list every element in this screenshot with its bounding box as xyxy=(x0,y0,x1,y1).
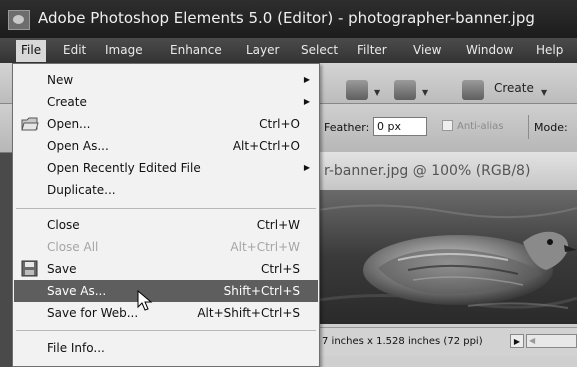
menu-item-save-for-web[interactable]: Save for Web... Alt+Shift+Ctrl+S xyxy=(14,302,318,324)
antialias-checkbox[interactable] xyxy=(442,120,453,131)
menu-select[interactable]: Select xyxy=(301,43,338,57)
menu-item-label: Open As... xyxy=(47,139,109,153)
open-folder-icon xyxy=(21,117,39,131)
menu-file[interactable]: File xyxy=(16,40,47,62)
menu-item-close-all: Close All Alt+Ctrl+W xyxy=(14,236,318,258)
menu-item-new[interactable]: New ▶ xyxy=(14,69,318,91)
organizer-icon[interactable] xyxy=(346,80,368,100)
menu-item-label: Save for Web... xyxy=(47,306,139,320)
title-bar: Adobe Photoshop Elements 5.0 (Editor) - … xyxy=(0,0,577,38)
menu-item-shortcut: Alt+Ctrl+O xyxy=(232,139,300,153)
menu-item-save[interactable]: Save Ctrl+S xyxy=(14,258,318,280)
chevron-down-icon[interactable]: ▼ xyxy=(541,88,547,97)
feather-label: Feather: xyxy=(324,121,370,134)
menu-item-close[interactable]: Close Ctrl+W xyxy=(14,214,318,236)
submenu-arrow-icon: ▶ xyxy=(303,163,310,172)
menu-item-shortcut: Alt+Ctrl+W xyxy=(230,240,300,254)
document-title: r-banner.jpg @ 100% (RGB/8) xyxy=(324,163,531,179)
menu-item-shortcut: Ctrl+S xyxy=(260,262,300,276)
menu-item-label: New xyxy=(47,73,74,87)
mode-label: Mode: xyxy=(534,121,568,134)
menu-separator xyxy=(16,208,316,209)
document-status-bar: 7 inches x 1.528 inches (72 ppi) ▶ ◀ xyxy=(318,327,577,356)
floppy-disk-icon xyxy=(21,260,38,277)
chevron-down-icon[interactable]: ▼ xyxy=(374,88,380,97)
menu-item-file-info[interactable]: File Info... xyxy=(14,337,318,359)
menu-item-shortcut: Ctrl+O xyxy=(259,117,300,131)
menu-item-open-recent[interactable]: Open Recently Edited File ▶ xyxy=(14,157,318,179)
create-icon[interactable] xyxy=(462,80,484,100)
share-icon[interactable] xyxy=(394,80,416,100)
document-size-info: 7 inches x 1.528 inches (72 ppi) xyxy=(322,336,483,347)
window-title: Adobe Photoshop Elements 5.0 (Editor) - … xyxy=(38,9,535,27)
document-title-bar: r-banner.jpg @ 100% (RGB/8) xyxy=(318,152,577,190)
create-button[interactable]: Create xyxy=(494,81,534,95)
menu-image[interactable]: Image xyxy=(105,43,143,57)
menu-layer[interactable]: Layer xyxy=(246,43,279,57)
mouse-pointer-icon xyxy=(137,290,153,311)
menu-item-label: Close xyxy=(47,218,80,232)
photo-canvas[interactable] xyxy=(318,190,577,324)
feather-input[interactable]: 0 px xyxy=(373,117,427,136)
menu-item-label: File Info... xyxy=(47,341,105,355)
menu-enhance[interactable]: Enhance xyxy=(170,43,222,57)
antialias-label: Anti-alias xyxy=(457,121,504,132)
menu-item-label: Save xyxy=(47,262,77,276)
menu-item-label: Create xyxy=(47,95,87,109)
menu-item-shortcut: Ctrl+W xyxy=(256,218,300,232)
menu-item-label: Open... xyxy=(47,117,91,131)
menu-bar: File Edit Image Enhance Layer Select Fil… xyxy=(0,38,577,63)
app-icon xyxy=(8,10,30,30)
file-menu-dropdown: New ▶ Create ▶ Open... Ctrl+O Open As...… xyxy=(12,63,320,367)
menu-item-shortcut: Alt+Shift+Ctrl+S xyxy=(197,306,300,320)
menu-item-label: Duplicate... xyxy=(47,183,116,197)
menu-item-open-as[interactable]: Open As... Alt+Ctrl+O xyxy=(14,135,318,157)
menu-edit[interactable]: Edit xyxy=(63,43,86,57)
menu-item-duplicate[interactable]: Duplicate... xyxy=(14,179,318,201)
menu-item-save-as[interactable]: Save As... Shift+Ctrl+S xyxy=(14,280,318,302)
status-menu-arrow[interactable]: ▶ xyxy=(510,334,524,348)
menu-view[interactable]: View xyxy=(413,43,441,57)
menu-item-create[interactable]: Create ▶ xyxy=(14,91,318,113)
menu-item-shortcut: Shift+Ctrl+S xyxy=(223,284,300,298)
menu-help[interactable]: Help xyxy=(536,43,563,57)
menu-item-label: Close All xyxy=(47,240,99,254)
submenu-arrow-icon: ▶ xyxy=(303,97,310,106)
menu-item-open[interactable]: Open... Ctrl+O xyxy=(14,113,318,135)
menu-separator xyxy=(16,330,316,331)
menu-item-label: Save As... xyxy=(47,284,107,298)
toolbar-divider xyxy=(528,115,529,139)
horizontal-scrollbar[interactable]: ◀ xyxy=(526,334,577,348)
menu-item-label: Open Recently Edited File xyxy=(47,161,201,175)
duck-photo xyxy=(318,190,577,324)
menu-window[interactable]: Window xyxy=(466,43,513,57)
chevron-down-icon[interactable]: ▼ xyxy=(422,88,428,97)
submenu-arrow-icon: ▶ xyxy=(303,75,310,84)
menu-filter[interactable]: Filter xyxy=(357,43,387,57)
